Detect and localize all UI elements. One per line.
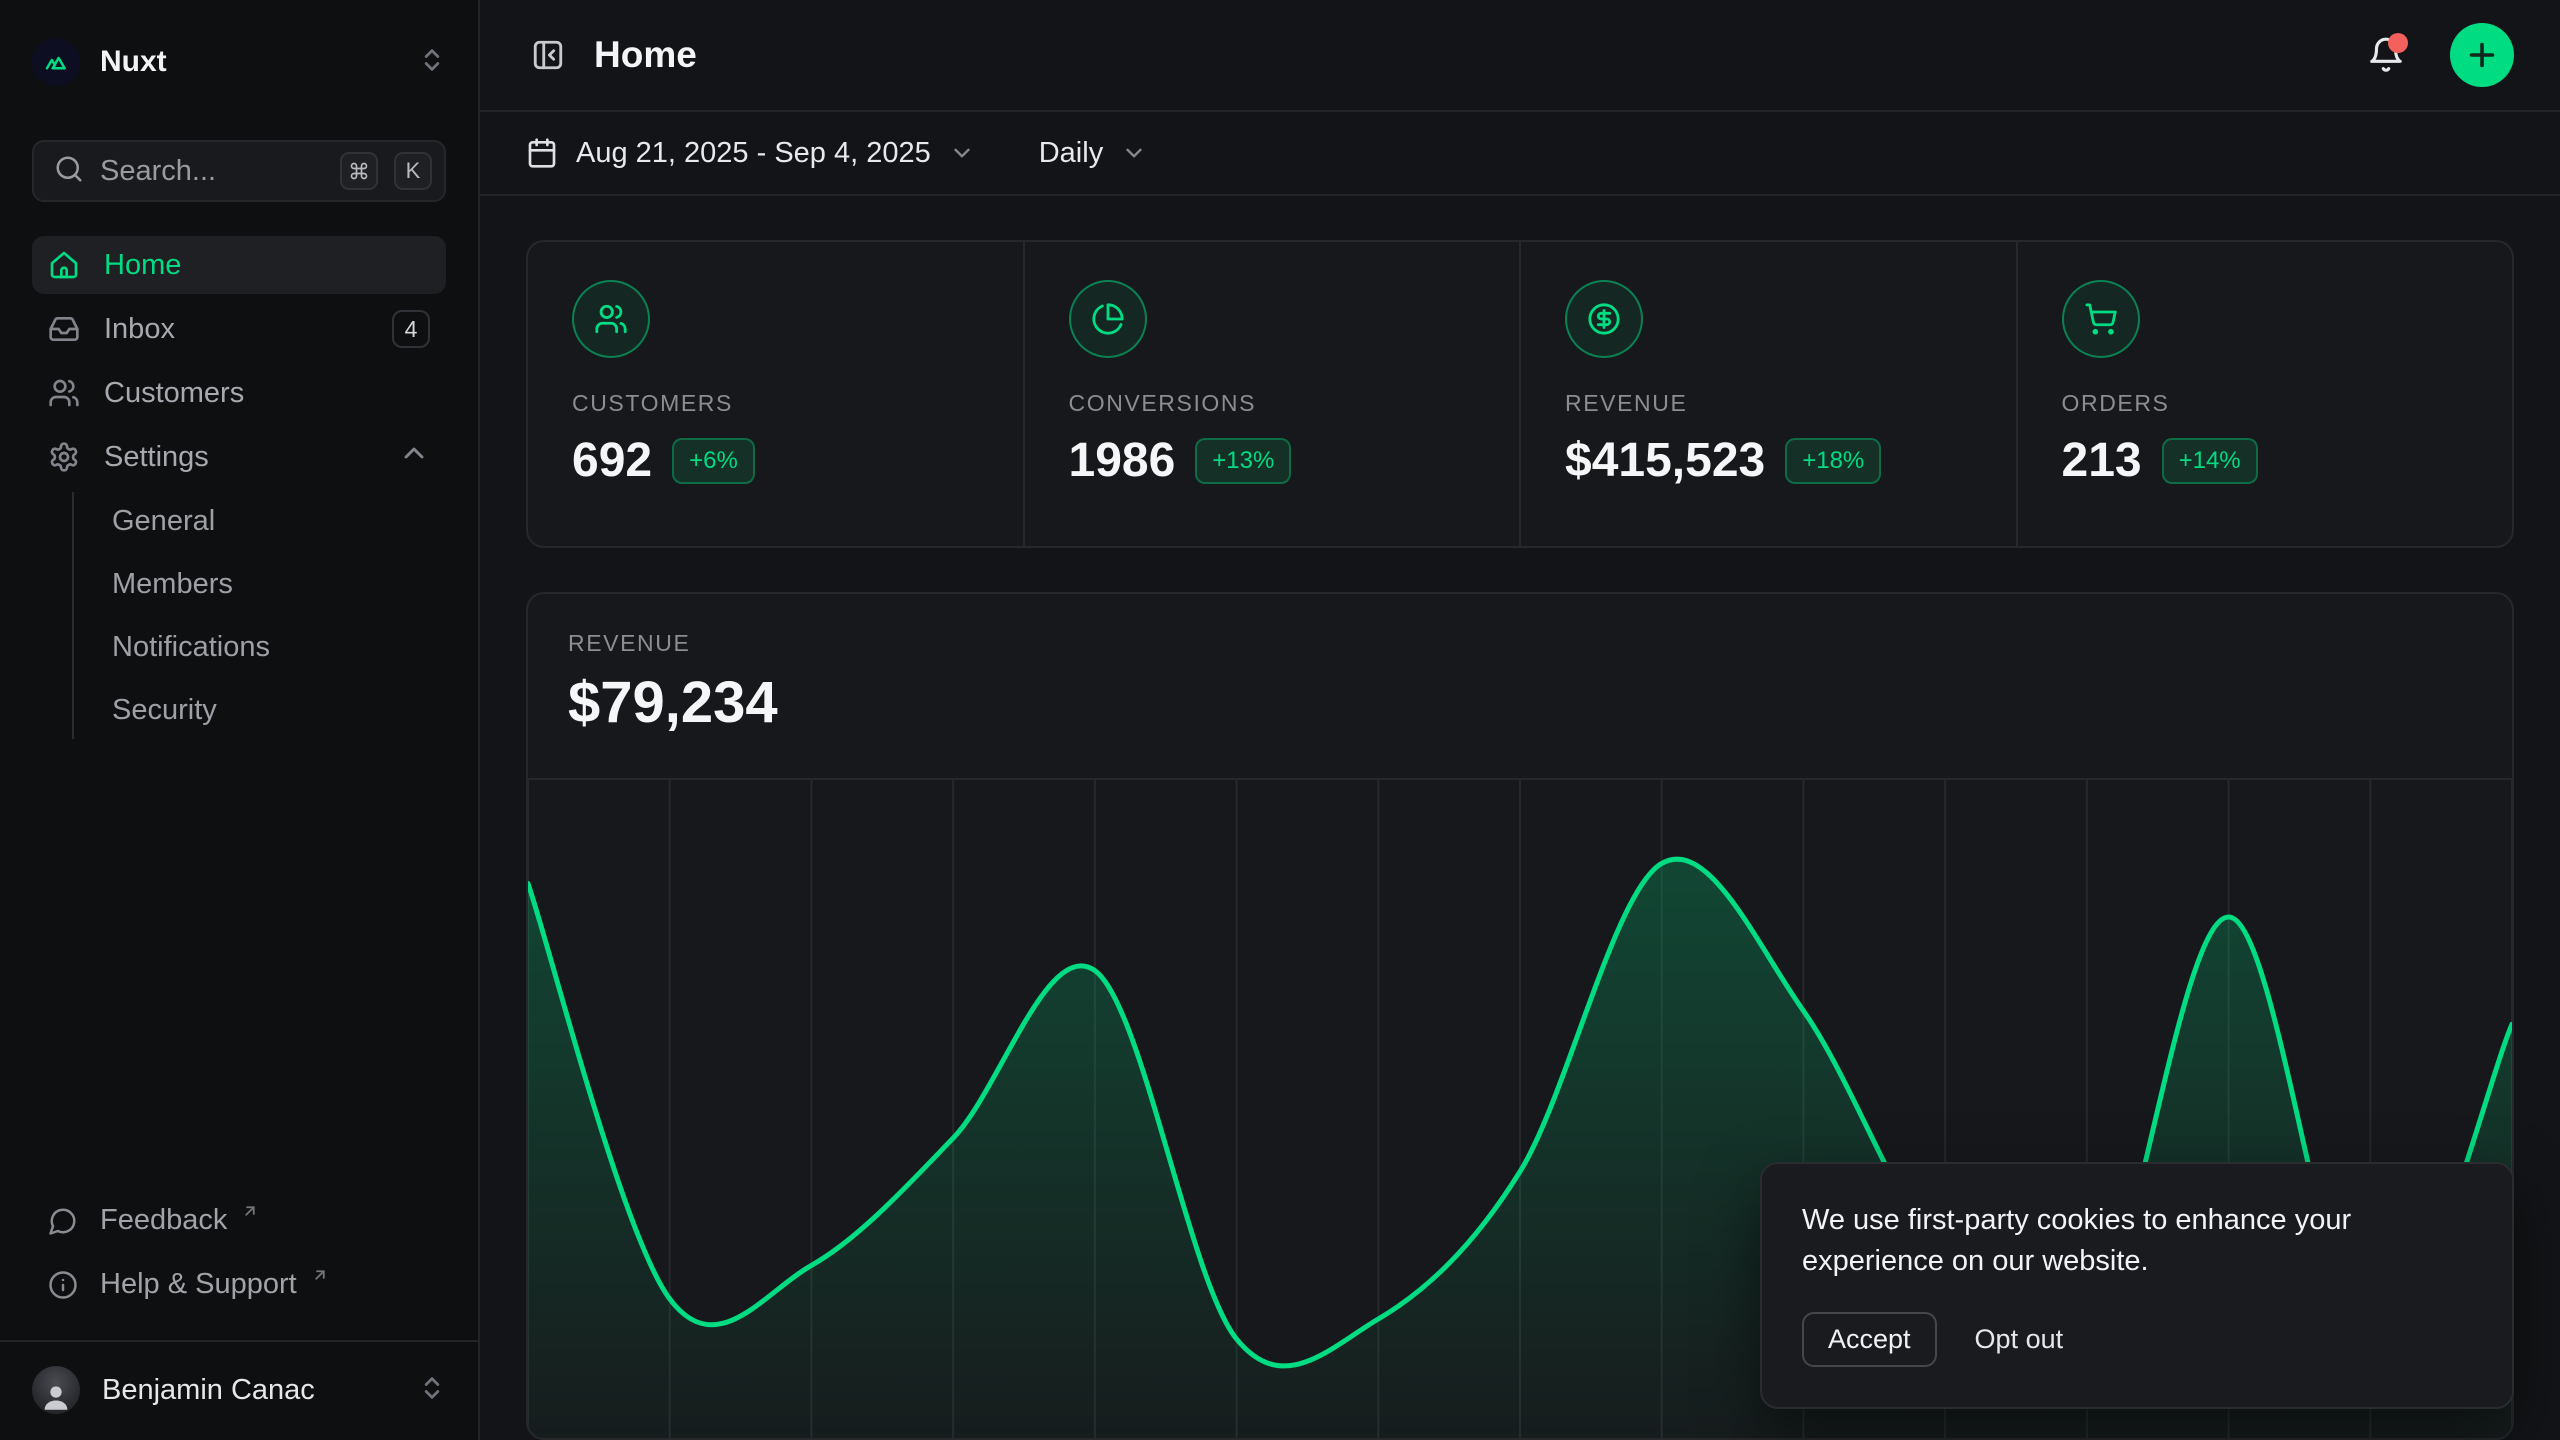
info-circle-icon [48,1270,78,1300]
cart-icon [2084,302,2118,336]
sidebar-divider [0,1340,478,1342]
gear-icon [48,441,80,473]
granularity-select[interactable]: Daily [1039,137,1147,170]
sidebar-item-label: Customers [104,377,430,410]
settings-subnav: General Members Notifications Security [72,492,446,739]
sidebar-item-security[interactable]: Security [104,681,446,739]
inbox-count-badge: 4 [392,310,430,348]
stat-delta-badge: +6% [672,438,755,484]
chevron-down-icon [949,140,975,166]
command-key-badge [340,152,378,190]
footer-link-label: Feedback [100,1204,227,1237]
inbox-icon [48,313,80,345]
stat-label: ORDERS [2062,390,2469,417]
panel-left-close-icon [531,38,565,72]
collapse-sidebar-button[interactable] [526,33,570,77]
users-icon [594,302,628,336]
sidebar-item-label: Inbox [104,313,368,346]
sidebar-footer: Feedback Help & Support [0,1194,478,1426]
stats-card: CUSTOMERS 692 +6% CONVERSIONS 1986 [526,240,2514,548]
filter-toolbar: Aug 21, 2025 - Sep 4, 2025 Daily [480,112,2560,196]
stat-value: $415,523 [1565,433,1765,488]
feedback-link[interactable]: Feedback [32,1194,446,1252]
message-bubble-icon [48,1206,78,1236]
cookie-banner: We use first-party cookies to enhance yo… [1760,1162,2514,1409]
nuxt-logo-icon [32,38,80,86]
external-link-icon [311,1266,329,1284]
date-range-picker[interactable]: Aug 21, 2025 - Sep 4, 2025 [526,137,975,170]
sidebar: Nuxt Search... K [0,0,480,1440]
stat-label: CUSTOMERS [572,390,979,417]
stat-label: CONVERSIONS [1069,390,1476,417]
stat-value: 692 [572,433,652,488]
chevron-down-icon [1121,140,1147,166]
stat-customers: CUSTOMERS 692 +6% [528,242,1023,546]
sidebar-item-customers[interactable]: Customers [32,364,446,422]
external-link-icon [241,1202,259,1220]
cookie-message: We use first-party cookies to enhance yo… [1802,1200,2402,1282]
calendar-icon [526,137,558,169]
help-support-link[interactable]: Help & Support [32,1258,446,1316]
sidebar-item-members[interactable]: Members [104,555,446,613]
date-range-label: Aug 21, 2025 - Sep 4, 2025 [576,137,931,170]
stat-delta-badge: +14% [2162,438,2258,484]
stat-revenue: REVENUE $415,523 +18% [1519,242,2016,546]
sidebar-item-home[interactable]: Home [32,236,446,294]
user-name: Benjamin Canac [102,1374,396,1407]
footer-link-label: Help & Support [100,1268,297,1301]
search-input[interactable]: Search... K [32,140,446,202]
stat-value: 1986 [1069,433,1176,488]
stat-label: REVENUE [1565,390,1972,417]
user-menu[interactable]: Benjamin Canac [32,1354,446,1426]
dollar-circle-icon [1587,302,1621,336]
add-button[interactable] [2450,23,2514,87]
home-icon [48,249,80,281]
sidebar-item-general[interactable]: General [104,492,446,550]
person-silhouette-icon [39,1380,73,1414]
granularity-label: Daily [1039,137,1103,170]
users-icon [48,377,80,409]
app-root: Nuxt Search... K [0,0,2560,1440]
opt-out-button[interactable]: Opt out [1975,1324,2064,1355]
chevrons-up-down-icon [418,46,446,79]
notifications-button[interactable] [2362,31,2410,79]
main-panel: Home Au [480,0,2560,1440]
chevron-up-icon [398,437,430,477]
notification-dot [2388,33,2408,53]
stat-delta-badge: +18% [1785,438,1881,484]
revenue-chart-label: REVENUE [568,630,2472,657]
k-key-badge: K [394,152,432,190]
search-placeholder: Search... [100,155,324,188]
sidebar-item-label: Settings [104,441,374,474]
page-header: Home [480,0,2560,112]
revenue-chart-total: $79,234 [568,669,2472,736]
stat-delta-badge: +13% [1195,438,1291,484]
stat-conversions: CONVERSIONS 1986 +13% [1023,242,1520,546]
accept-cookies-button[interactable]: Accept [1802,1312,1937,1367]
workspace-switcher[interactable]: Nuxt [32,32,446,92]
plus-icon [2464,37,2500,73]
stat-value: 213 [2062,433,2142,488]
sidebar-item-notifications[interactable]: Notifications [104,618,446,676]
brand-name: Nuxt [100,45,398,79]
search-icon [54,154,84,189]
page-title: Home [594,34,697,76]
sidebar-item-label: Home [104,249,430,282]
command-icon [349,161,369,181]
avatar [32,1366,80,1414]
sidebar-item-settings[interactable]: Settings [32,428,446,486]
sidebar-item-inbox[interactable]: Inbox 4 [32,300,446,358]
pie-chart-icon [1091,302,1125,336]
sidebar-nav: Home Inbox 4 Customers [32,236,446,744]
chevrons-up-down-icon [418,1374,446,1407]
stat-orders: ORDERS 213 +14% [2016,242,2513,546]
